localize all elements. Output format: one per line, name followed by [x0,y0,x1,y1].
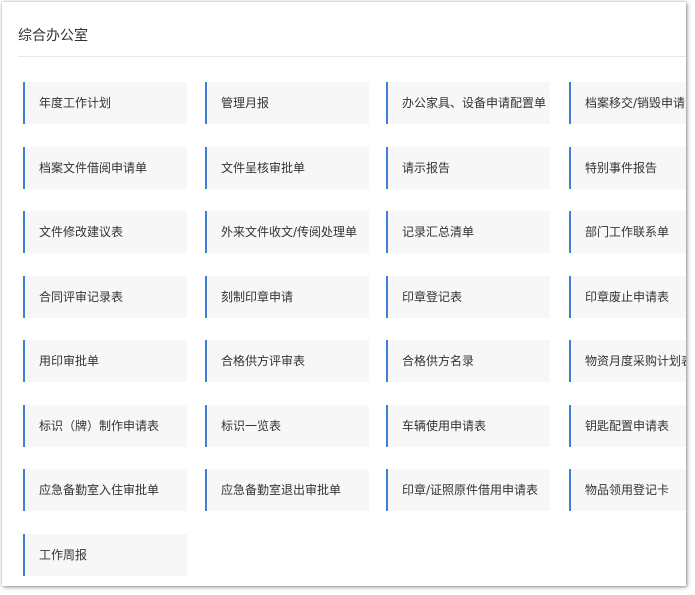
form-link-label: 标识（牌）制作申请表 [39,419,160,433]
form-link-card[interactable]: 物品领用登记卡 [569,469,686,511]
form-link-label: 合格供方评审表 [221,354,306,368]
form-link-card[interactable]: 记录汇总清单 [386,211,550,253]
form-link-card[interactable]: 钥匙配置申请表 [569,405,686,447]
form-link-label: 外来文件收文/传阅处理单 [221,225,358,239]
form-link-label: 工作周报 [39,548,88,562]
form-link-label: 部门工作联系单 [585,225,670,239]
form-link-label: 特别事件报告 [585,161,658,175]
form-link-card[interactable]: 车辆使用申请表 [386,405,550,447]
form-link-card[interactable]: 用印审批单 [23,340,187,382]
form-link-card[interactable]: 标识（牌）制作申请表 [23,405,187,447]
form-link-label: 刻制印章申请 [221,290,294,304]
form-link-card[interactable]: 工作周报 [23,534,187,576]
form-link-label: 车辆使用申请表 [402,419,487,433]
form-link-card[interactable]: 刻制印章申请 [205,276,369,318]
panel-title: 综合办公室 [18,28,88,44]
form-link-card[interactable]: 文件呈核审批单 [205,147,369,189]
form-link-card[interactable]: 请示报告 [386,147,550,189]
form-link-card[interactable]: 应急备勤室入住审批单 [23,469,187,511]
form-link-label: 合格供方名录 [402,354,475,368]
form-link-label: 印章登记表 [402,290,463,304]
form-link-card[interactable]: 物资月度采购计划表 [569,340,686,382]
form-link-label: 管理月报 [221,96,270,110]
form-link-card[interactable]: 标识一览表 [205,405,369,447]
form-link-label: 标识一览表 [221,419,282,433]
form-link-card[interactable]: 管理月报 [205,82,369,124]
form-link-card[interactable]: 年度工作计划 [23,82,187,124]
office-panel: 综合办公室 年度工作计划 管理月报 办公家具、设备申请配置单 档案移交/销毁申请档案文… [2,2,686,586]
form-link-card[interactable]: 合格供方名录 [386,340,550,382]
form-link-label: 钥匙配置申请表 [585,419,670,433]
form-link-label: 请示报告 [402,161,451,175]
form-link-card[interactable]: 档案文件借阅申请单 [23,147,187,189]
form-link-card[interactable]: 外来文件收文/传阅处理单 [205,211,369,253]
form-link-label: 应急备勤室退出审批单 [221,483,342,497]
form-link-card[interactable]: 印章登记表 [386,276,550,318]
form-link-label: 文件修改建议表 [39,225,124,239]
form-link-card[interactable]: 应急备勤室退出审批单 [205,469,369,511]
form-link-label: 档案文件借阅申请单 [39,161,148,175]
form-link-card[interactable]: 部门工作联系单 [569,211,686,253]
form-link-card[interactable]: 档案移交/销毁申请 [569,82,686,124]
form-link-label: 年度工作计划 [39,96,112,110]
form-link-label: 记录汇总清单 [402,225,475,239]
form-link-card[interactable]: 办公家具、设备申请配置单 [386,82,550,124]
form-link-label: 应急备勤室入住审批单 [39,483,160,497]
form-link-label: 印章/证照原件借用申请表 [402,483,539,497]
form-link-card[interactable]: 合同评审记录表 [23,276,187,318]
form-link-card[interactable]: 印章废止申请表 [569,276,686,318]
form-link-label: 合同评审记录表 [39,290,124,304]
form-link-label: 物品领用登记卡 [585,483,670,497]
form-link-card[interactable]: 印章/证照原件借用申请表 [386,469,550,511]
title-divider [18,56,686,57]
form-link-label: 印章废止申请表 [585,290,670,304]
form-link-label: 用印审批单 [39,354,100,368]
form-link-label: 文件呈核审批单 [221,161,306,175]
form-link-card[interactable]: 文件修改建议表 [23,211,187,253]
form-link-label: 办公家具、设备申请配置单 [402,96,547,110]
form-link-card[interactable]: 合格供方评审表 [205,340,369,382]
form-link-card[interactable]: 特别事件报告 [569,147,686,189]
form-link-label: 物资月度采购计划表 [585,354,686,368]
form-link-label: 档案移交/销毁申请 [585,96,686,110]
